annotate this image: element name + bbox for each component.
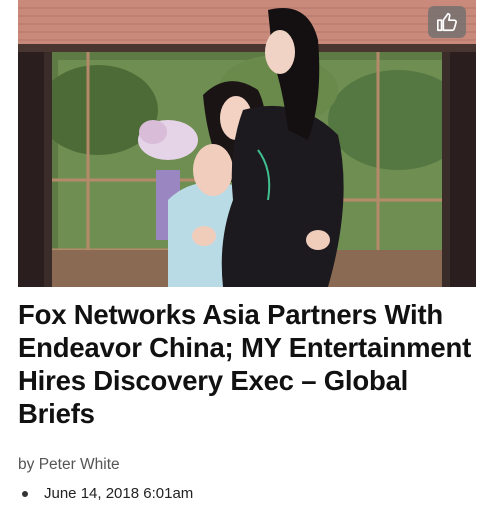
byline-prefix: by	[18, 456, 35, 473]
bullet-icon	[22, 490, 28, 497]
article-headline[interactable]: Fox Networks Asia Partners With Endeavor…	[18, 298, 488, 430]
byline: by Peter White	[18, 456, 120, 474]
like-button[interactable]	[428, 6, 466, 38]
publish-date: June 14, 2018 6:01am	[22, 485, 193, 502]
photo-scene	[18, 0, 476, 287]
article-card: Fox Networks Asia Partners With Endeavor…	[0, 0, 500, 523]
thumbs-up-icon	[437, 12, 457, 32]
article-hero-image[interactable]	[18, 0, 476, 287]
publish-date-text: June 14, 2018 6:01am	[44, 485, 194, 502]
author-link[interactable]: Peter White	[39, 456, 120, 473]
